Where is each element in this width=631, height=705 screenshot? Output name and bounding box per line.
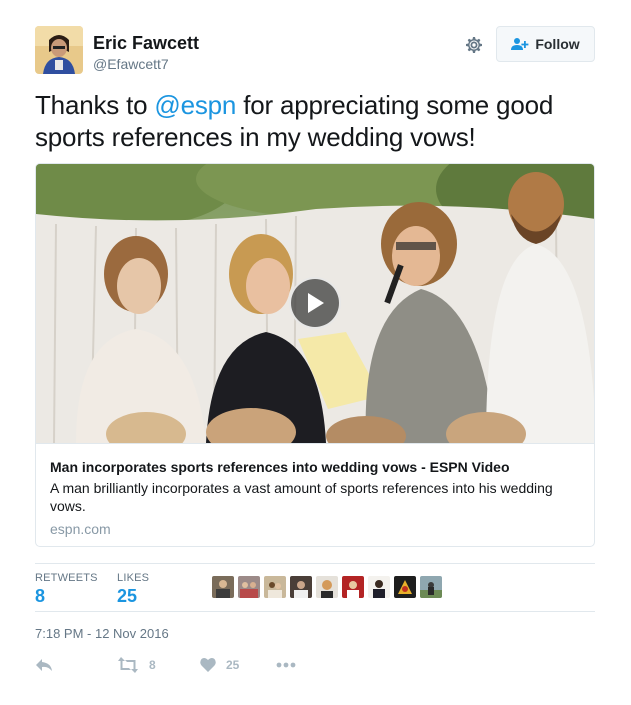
retweet-icon <box>118 657 138 673</box>
likes-label: LIKES <box>117 572 150 584</box>
liker-avatar[interactable] <box>264 576 286 598</box>
like-button[interactable]: 25 <box>200 657 239 672</box>
card-description: A man brilliantly incorporates a vast am… <box>50 480 553 514</box>
gear-icon[interactable] <box>462 33 486 57</box>
retweets-label: RETWEETS <box>35 572 98 584</box>
author-handle[interactable]: @Efawcett7 <box>93 56 169 72</box>
follow-label: Follow <box>535 36 580 52</box>
liker-avatar[interactable] <box>368 576 390 598</box>
reply-icon <box>36 659 52 671</box>
link-card[interactable]: Man incorporates sports references into … <box>35 163 595 547</box>
author-avatar[interactable] <box>35 26 83 74</box>
retweets-count: 8 <box>35 586 46 606</box>
tweet-text-start: Thanks to <box>35 90 155 120</box>
liker-avatar[interactable] <box>290 576 312 598</box>
liker-avatar[interactable] <box>212 576 234 598</box>
liker-avatar[interactable] <box>394 576 416 598</box>
more-icon <box>276 662 296 668</box>
follow-button[interactable]: Follow <box>496 26 595 62</box>
retweets-stat[interactable]: RETWEETS 8 <box>35 572 98 607</box>
play-icon[interactable] <box>289 277 341 329</box>
tweet-actions: 8 25 <box>35 654 595 678</box>
liker-avatars <box>212 576 442 598</box>
video-thumbnail[interactable] <box>36 164 594 443</box>
retweet-count: 8 <box>149 658 156 672</box>
like-count: 25 <box>226 657 240 672</box>
more-button[interactable] <box>276 662 296 668</box>
tweet: Eric Fawcett @Efawcett7 Follow Thanks to… <box>0 0 631 705</box>
card-title[interactable]: Man incorporates sports references into … <box>50 458 580 476</box>
liker-avatar[interactable] <box>420 576 442 598</box>
author-name[interactable]: Eric Fawcett <box>93 33 199 54</box>
retweet-button[interactable]: 8 <box>117 657 156 673</box>
liker-avatar[interactable] <box>342 576 364 598</box>
tweet-stats: RETWEETS 8 LIKES 25 <box>35 563 595 612</box>
likes-count: 25 <box>117 586 138 606</box>
liker-avatar[interactable] <box>238 576 260 598</box>
reply-button[interactable] <box>35 657 53 673</box>
mention-link[interactable]: @espn <box>154 90 236 120</box>
add-user-icon <box>511 38 529 50</box>
tweet-text: Thanks to @espn for appreciating some go… <box>35 89 595 153</box>
card-body: Man incorporates sports references into … <box>36 443 594 546</box>
likes-stat[interactable]: LIKES 25 <box>117 572 149 607</box>
tweet-timestamp[interactable]: 7:18 PM - 12 Nov 2016 <box>35 626 169 641</box>
heart-icon <box>200 657 216 672</box>
liker-avatar[interactable] <box>316 576 338 598</box>
card-domain: espn.com <box>50 521 111 537</box>
